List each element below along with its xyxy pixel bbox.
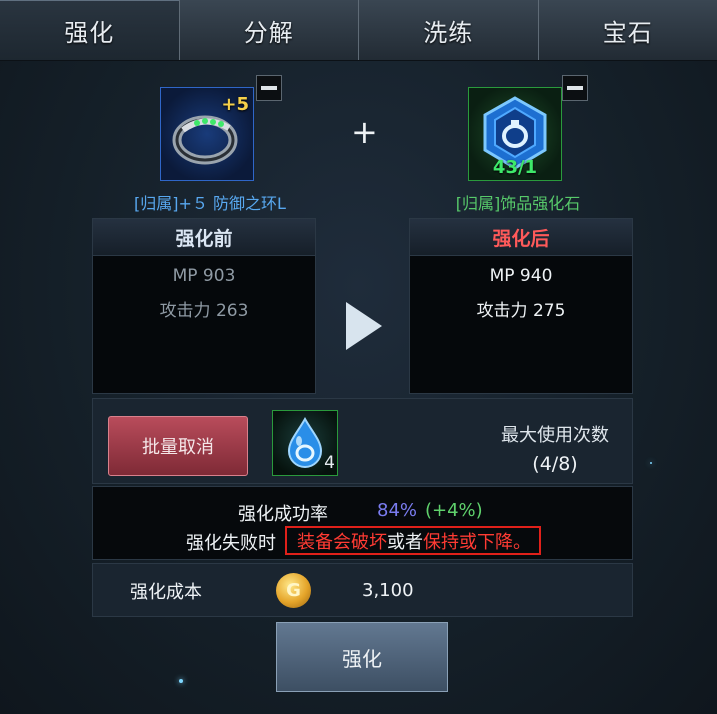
failure-text-destroy: 装备会破坏 (297, 531, 387, 553)
batch-cancel-button[interactable]: 批量取消 (108, 416, 248, 476)
arrow-right-icon (346, 302, 382, 350)
sparkle-decoration (650, 462, 652, 464)
equipment-slot[interactable]: +5 (160, 87, 254, 181)
before-stat-attack: 攻击力 263 (159, 301, 249, 321)
plus-sign: + (351, 113, 378, 151)
potion-slot[interactable]: 4 (272, 410, 338, 476)
before-stat-mp: MP 903 (172, 266, 236, 286)
success-rate-value: 84% (377, 500, 418, 521)
failure-warning: 装备会破坏 或者 保持或下降。 (285, 526, 541, 555)
failure-label: 强化失败时 (186, 533, 276, 554)
potion-qty: 4 (324, 453, 335, 473)
max-use-value: (4/8) (532, 453, 578, 475)
max-use-label: 最大使用次数 (501, 425, 609, 446)
before-title: 强化前 (93, 219, 315, 256)
success-rate-bonus: (+4%) (425, 500, 483, 521)
remove-equipment-button[interactable] (256, 75, 282, 101)
tab-bar: 强化 分解 洗练 宝石 (0, 0, 717, 61)
remove-stone-button[interactable] (562, 75, 588, 101)
before-stats-panel: 强化前 MP 903 攻击力 263 (92, 218, 316, 394)
tab-refine[interactable]: 洗练 (359, 0, 539, 60)
tab-enhance[interactable]: 强化 (0, 0, 180, 60)
enhance-level-badge: +5 (221, 94, 249, 115)
enhance-stone-slot[interactable]: 43/1 (468, 87, 562, 181)
sparkle-decoration (179, 679, 183, 683)
after-title: 强化后 (410, 219, 632, 256)
stone-name: [归属]饰品强化石 (455, 194, 581, 213)
failure-text-or: 或者 (387, 531, 423, 553)
equipment-name: [归属]+５ 防御之环L (134, 194, 286, 213)
success-rate-label: 强化成功率 (238, 504, 328, 525)
cost-label: 强化成本 (130, 582, 202, 603)
gold-coin-icon: G (276, 573, 311, 608)
tab-gem[interactable]: 宝石 (539, 0, 717, 60)
enhance-button[interactable]: 强化 (276, 622, 448, 692)
after-stats-panel: 强化后 MP 940 攻击力 275 (409, 218, 633, 394)
tab-dismantle[interactable]: 分解 (180, 0, 359, 60)
cost-value: 3,100 (362, 580, 414, 601)
after-stat-attack: 攻击力 275 (476, 301, 566, 321)
after-stat-mp: MP 940 (489, 266, 553, 286)
stone-count: 43/1 (492, 157, 538, 178)
failure-text-keep: 保持或下降。 (423, 531, 531, 553)
